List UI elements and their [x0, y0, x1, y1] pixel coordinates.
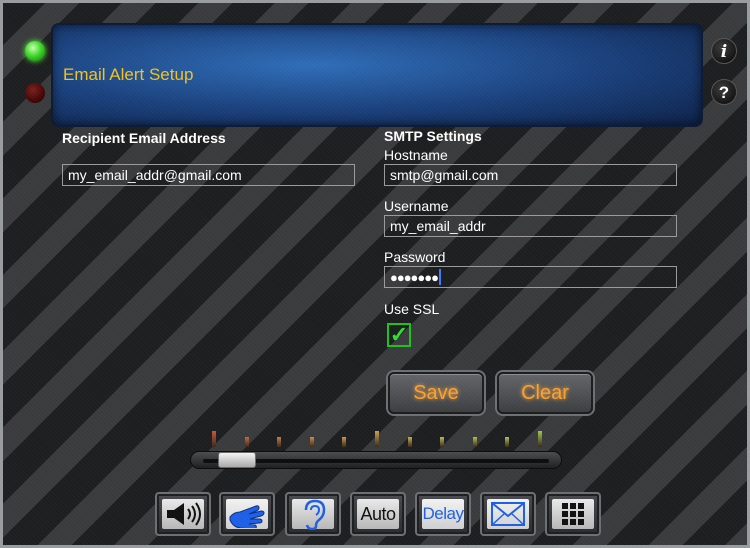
- recipient-email-field[interactable]: my_email_addr@gmail.com: [62, 164, 355, 186]
- hostname-label: Hostname: [384, 147, 448, 163]
- button-face: [162, 499, 204, 529]
- hostname-field[interactable]: smtp@gmail.com: [384, 164, 677, 186]
- use-ssl-label: Use SSL: [384, 301, 440, 317]
- app-frame: Email Alert Setup i ? Recipient Email Ad…: [0, 0, 750, 548]
- clear-button[interactable]: Clear: [497, 372, 593, 414]
- auto-label: Auto: [360, 503, 396, 524]
- button-face: [487, 499, 529, 529]
- level-tick: [309, 437, 314, 447]
- level-tick: [277, 437, 282, 447]
- grid-icon: [562, 503, 584, 525]
- save-button[interactable]: Save: [388, 372, 484, 414]
- button-face: Auto: [357, 499, 399, 529]
- username-field[interactable]: my_email_addr: [384, 215, 677, 237]
- info-button[interactable]: i: [711, 38, 737, 64]
- username-label: Username: [384, 198, 449, 214]
- password-value: ●●●●●●●: [390, 270, 439, 285]
- ear-icon: [304, 499, 326, 530]
- level-tick: [440, 437, 445, 447]
- button-face: [292, 499, 334, 530]
- smtp-settings-label: SMTP Settings: [384, 128, 482, 144]
- text-cursor: [438, 269, 441, 285]
- button-face: Delay: [422, 499, 464, 529]
- email-button[interactable]: [480, 492, 536, 536]
- level-tick: [212, 431, 216, 447]
- button-face: [226, 499, 268, 529]
- level-slider-thumb[interactable]: [218, 452, 257, 468]
- status-led-green: [25, 41, 45, 61]
- checkmark-icon: ✓: [389, 322, 409, 347]
- level-tick: [342, 437, 347, 447]
- auto-button[interactable]: Auto: [350, 492, 406, 536]
- listen-button[interactable]: [285, 492, 341, 536]
- level-tick: [407, 437, 412, 447]
- help-button[interactable]: ?: [711, 79, 737, 105]
- password-label: Password: [384, 249, 446, 265]
- level-tick: [538, 431, 542, 447]
- recipient-email-label: Recipient Email Address: [62, 130, 226, 146]
- sound-alert-button[interactable]: [155, 492, 211, 536]
- status-led-red: [25, 83, 45, 103]
- speaker-icon: [167, 502, 201, 526]
- hand-icon: [229, 505, 265, 528]
- level-tick: [505, 437, 510, 447]
- delay-button[interactable]: Delay: [415, 492, 471, 536]
- button-face: [552, 499, 594, 529]
- title-panel: Email Alert Setup: [51, 23, 703, 127]
- level-tick: [244, 437, 249, 447]
- motion-alert-button[interactable]: [219, 492, 275, 536]
- password-field[interactable]: ●●●●●●●: [384, 266, 677, 288]
- level-tick: [375, 431, 379, 447]
- use-ssl-checkbox[interactable]: ✓: [387, 323, 411, 347]
- envelope-icon: [491, 502, 525, 526]
- level-tick: [472, 437, 477, 447]
- page-title: Email Alert Setup: [63, 65, 194, 84]
- delay-label: Delay: [422, 504, 464, 523]
- grid-view-button[interactable]: [545, 492, 601, 536]
